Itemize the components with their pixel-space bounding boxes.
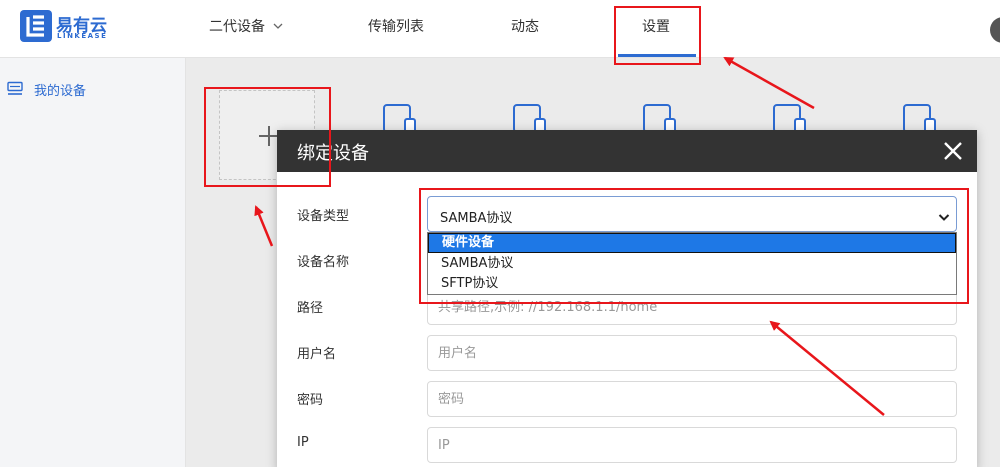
chevron-down-icon bbox=[273, 1, 283, 55]
password-label: 密码 bbox=[297, 393, 324, 408]
top-bar: 易有云 LINKEASE 二代设备 传输列表 动态 设置 bbox=[0, 0, 1000, 58]
dialog-header: 绑定设备 bbox=[277, 130, 977, 172]
device-name-label: 设备名称 bbox=[297, 255, 350, 270]
user-avatar[interactable] bbox=[990, 17, 1000, 43]
sidebar: 我的设备 bbox=[0, 58, 186, 467]
device-type-label: 设备类型 bbox=[297, 209, 350, 224]
sidebar-item-my-devices[interactable]: 我的设备 bbox=[0, 78, 186, 100]
add-card-highlight-box bbox=[204, 87, 331, 187]
dropdown-highlight-box bbox=[419, 188, 969, 304]
nav-devices-label: 二代设备 bbox=[209, 19, 265, 35]
sidebar-item-label: 我的设备 bbox=[34, 84, 87, 99]
ip-label: IP bbox=[297, 435, 309, 450]
settings-highlight-box bbox=[614, 6, 701, 65]
nav-devices-dropdown[interactable]: 二代设备 bbox=[209, 0, 283, 58]
password-input[interactable] bbox=[427, 381, 957, 417]
close-icon[interactable] bbox=[941, 139, 965, 163]
logo-mark-icon bbox=[20, 10, 52, 42]
username-input[interactable] bbox=[427, 335, 957, 371]
path-label: 路径 bbox=[297, 301, 324, 316]
ip-input[interactable] bbox=[427, 427, 957, 463]
app-logo[interactable]: 易有云 LINKEASE bbox=[20, 10, 112, 44]
logo-subtitle: LINKEASE bbox=[57, 32, 108, 40]
username-label: 用户名 bbox=[297, 347, 337, 362]
nav-activity[interactable]: 动态 bbox=[511, 0, 539, 58]
device-list-icon bbox=[7, 81, 23, 97]
nav-transfer-list[interactable]: 传输列表 bbox=[368, 0, 424, 58]
